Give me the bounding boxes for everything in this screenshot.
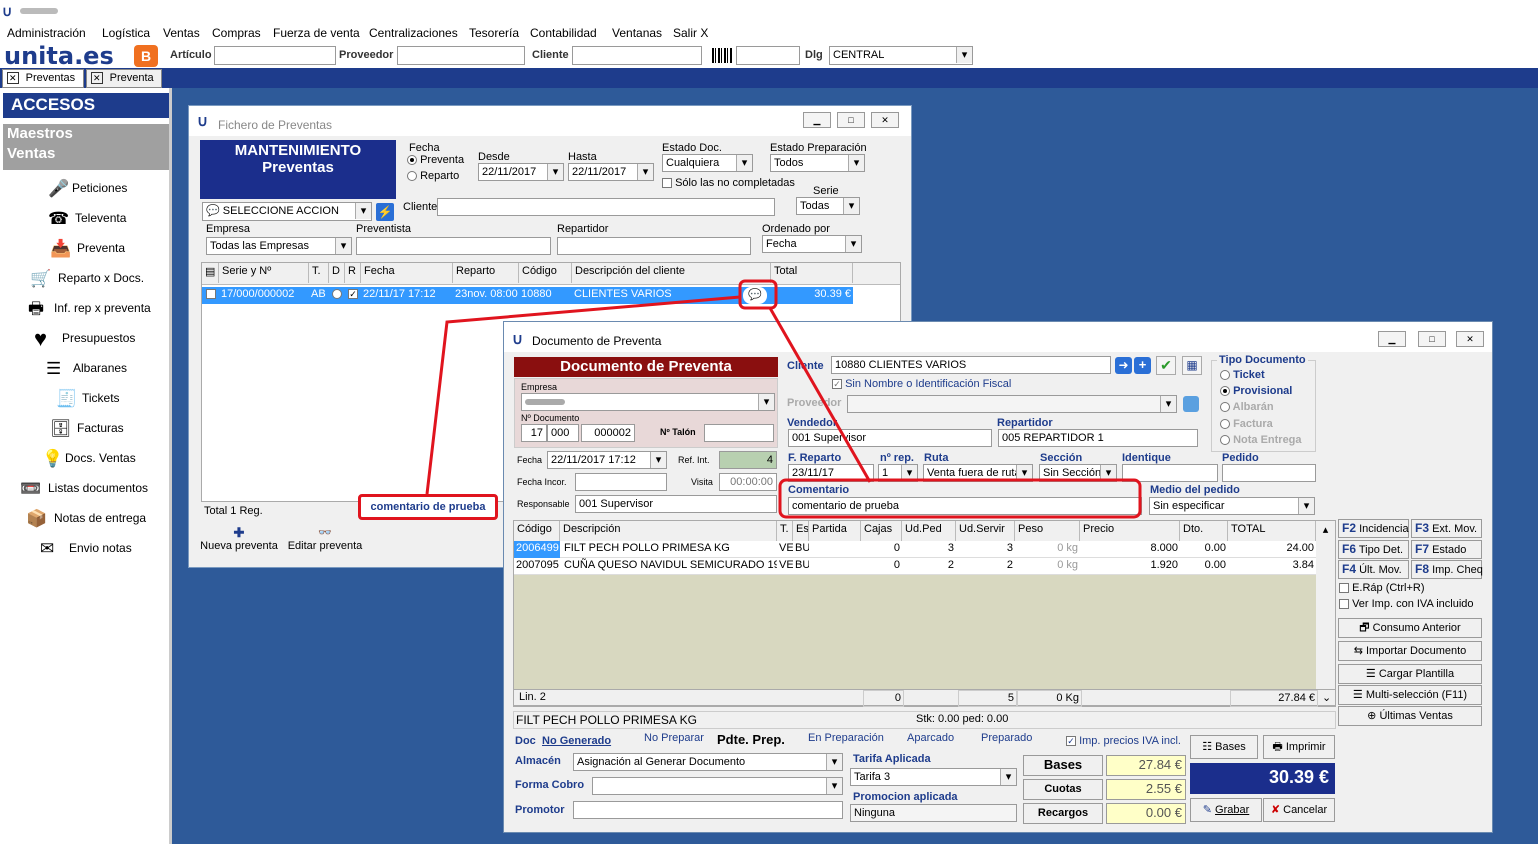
annotation-overlay: [425, 279, 1142, 519]
annotation-callout-text: comentario de prueba: [370, 501, 486, 513]
annotation-line-left: [425, 295, 741, 495]
annotation-highlight-bubble: [738, 279, 778, 310]
annotation-line-right: [768, 307, 872, 483]
annotation-highlight-comentario: [778, 478, 1142, 519]
annotation-callout: comentario de prueba: [358, 494, 498, 520]
